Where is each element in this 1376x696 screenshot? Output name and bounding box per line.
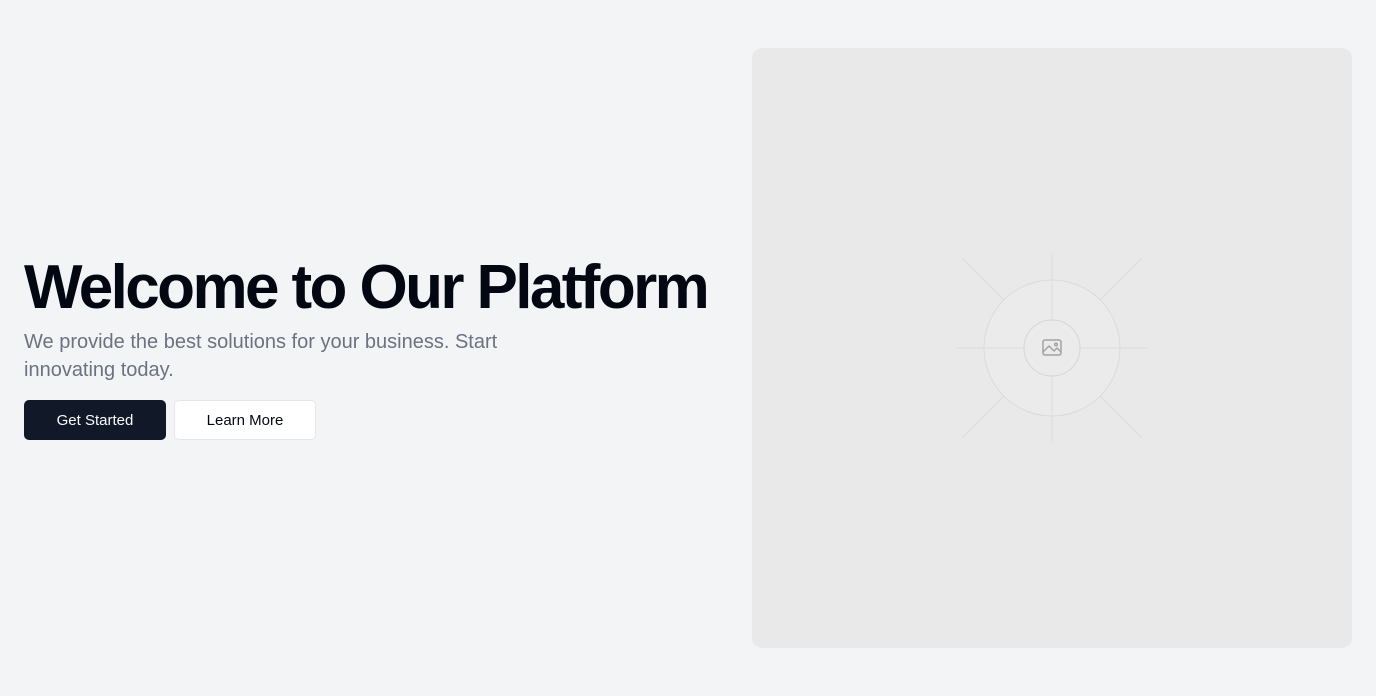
hero-section: Welcome to Our Platform We provide the b… (0, 0, 1376, 696)
image-placeholder (752, 48, 1352, 648)
hero-actions: Get Started Learn More (24, 400, 724, 440)
get-started-button[interactable]: Get Started (24, 400, 166, 440)
learn-more-button[interactable]: Learn More (174, 400, 316, 440)
hero-text-block: Welcome to Our Platform We provide the b… (24, 250, 724, 440)
hero-subtitle: We provide the best solutions for your b… (24, 331, 498, 381)
placeholder-graphic (957, 253, 1147, 443)
hero-title: Welcome to Our Platform (24, 253, 710, 322)
